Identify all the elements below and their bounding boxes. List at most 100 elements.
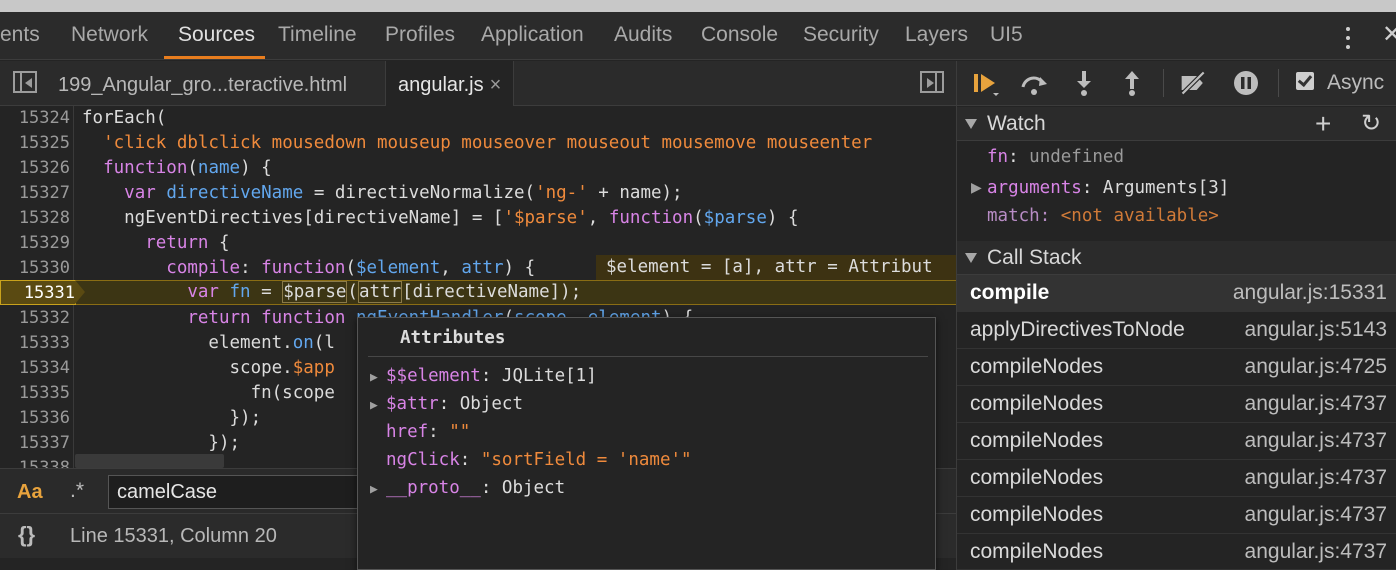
call-frame[interactable]: compileNodes angular.js:4737 xyxy=(957,460,1396,497)
call-frame[interactable]: compileNodes angular.js:4725 xyxy=(957,349,1396,386)
async-label: Async xyxy=(1327,71,1385,94)
cursor-position: Line 15331, Column 20 xyxy=(70,525,277,547)
debugger-toolbar: Async xyxy=(957,61,1396,106)
frame-function: compileNodes xyxy=(970,392,1104,415)
step-out-icon[interactable] xyxy=(1117,69,1147,97)
frame-location[interactable]: angular.js:4737 xyxy=(1245,497,1387,533)
property-value: Object xyxy=(459,394,523,414)
watch-expression[interactable]: match: <not available> xyxy=(987,202,1219,230)
property-key: ngClick xyxy=(386,450,460,470)
watch-value: undefined xyxy=(1029,147,1124,167)
frame-location[interactable]: angular.js:4737 xyxy=(1245,386,1387,422)
debugger-toggle-icon[interactable] xyxy=(920,71,944,93)
tab-layers[interactable]: Layers xyxy=(905,12,968,60)
line-number[interactable]: 15335 xyxy=(0,381,70,406)
call-frame[interactable]: compileNodes angular.js:4737 xyxy=(957,534,1396,570)
close-file-icon[interactable]: × xyxy=(490,74,502,96)
watch-section-header[interactable]: Watch + ↻ xyxy=(957,107,1396,141)
line-gutter: 15324 15325 15326 15327 15328 15329 1533… xyxy=(0,106,85,468)
line-number[interactable]: 15329 xyxy=(0,231,70,256)
call-stack-title: Call Stack xyxy=(987,246,1082,269)
search-input[interactable]: camelCase xyxy=(108,475,368,509)
more-icon[interactable] xyxy=(1338,24,1358,52)
line-number[interactable]: 15333 xyxy=(0,331,70,356)
debugger-sidebar: Async Watch + ↻ fn: undefined ▶ argument… xyxy=(956,61,1396,570)
line-number[interactable]: 15336 xyxy=(0,406,70,431)
property-row[interactable]: href: "" xyxy=(370,418,470,446)
collapse-arrow-icon xyxy=(965,253,977,263)
file-tab-html[interactable]: 199_Angular_gro...teractive.html xyxy=(58,61,347,106)
step-into-icon[interactable] xyxy=(1069,69,1099,97)
line-number[interactable]: 15327 xyxy=(0,181,70,206)
frame-location[interactable]: angular.js:4737 xyxy=(1245,534,1387,569)
property-value: JQLite[1] xyxy=(501,366,597,386)
tab-console[interactable]: Console xyxy=(701,12,778,60)
match-case-toggle[interactable]: Aa xyxy=(17,481,43,504)
panel-toggle-icon[interactable] xyxy=(13,71,37,93)
pause-on-exceptions-icon[interactable] xyxy=(1231,69,1261,97)
line-number[interactable]: 15324 xyxy=(0,106,70,131)
watch-expression[interactable]: fn: undefined xyxy=(987,143,1124,171)
frame-location[interactable]: angular.js:4725 xyxy=(1245,349,1387,385)
step-over-icon[interactable] xyxy=(1019,69,1049,97)
tab-ui5[interactable]: UI5 xyxy=(990,12,1023,60)
frame-location[interactable]: angular.js:5143 xyxy=(1245,312,1387,348)
expand-arrow-icon[interactable]: ▶ xyxy=(370,476,386,504)
frame-location[interactable]: angular.js:4737 xyxy=(1245,460,1387,496)
expand-arrow-icon[interactable]: ▶ xyxy=(971,179,982,196)
call-frame[interactable]: compileNodes angular.js:4737 xyxy=(957,386,1396,423)
property-row[interactable]: ▶ $attr: Object xyxy=(370,390,523,418)
tab-timeline[interactable]: Timeline xyxy=(278,12,357,60)
property-key: href xyxy=(386,422,429,442)
line-number[interactable]: 15330 xyxy=(0,256,70,281)
deactivate-breakpoints-icon[interactable] xyxy=(1179,69,1209,97)
tab-elements[interactable]: ents xyxy=(0,12,40,60)
object-popover: Attributes ▶ $$element: JQLite[1] ▶ $attr:… xyxy=(357,317,936,570)
expand-arrow-icon[interactable]: ▶ xyxy=(370,392,386,420)
tab-security[interactable]: Security xyxy=(803,12,879,60)
refresh-icon[interactable]: ↻ xyxy=(1361,109,1381,138)
property-row[interactable]: ▶ $$element: JQLite[1] xyxy=(370,362,597,390)
property-row[interactable]: ngClick: "sortField = 'name'" xyxy=(370,446,692,474)
frame-location[interactable]: angular.js:15331 xyxy=(1233,275,1387,311)
file-tab-angular[interactable]: angular.js × xyxy=(385,61,515,106)
frame-location[interactable]: angular.js:4737 xyxy=(1245,423,1387,459)
frame-function: compileNodes xyxy=(970,466,1104,489)
watch-key: fn xyxy=(987,147,1009,167)
code-line: scope.$app xyxy=(82,358,335,378)
call-frame[interactable]: compile angular.js:15331 xyxy=(957,275,1396,312)
line-number[interactable]: 15338 xyxy=(0,456,70,468)
async-checkbox[interactable] xyxy=(1296,72,1314,90)
popover-title: Attributes xyxy=(400,328,506,348)
line-number[interactable]: 15337 xyxy=(0,431,70,456)
add-icon[interactable]: + xyxy=(1315,108,1331,140)
frame-function: compileNodes xyxy=(970,503,1104,526)
file-tab-label: angular.js xyxy=(398,74,484,96)
call-frame[interactable]: compileNodes angular.js:4737 xyxy=(957,423,1396,460)
code-line: fn(scope xyxy=(82,383,335,403)
tab-application[interactable]: Application xyxy=(481,12,584,60)
call-stack-section-header[interactable]: Call Stack xyxy=(957,241,1396,275)
call-frame[interactable]: compileNodes angular.js:4737 xyxy=(957,497,1396,534)
horizontal-scrollbar[interactable] xyxy=(75,454,224,468)
tab-profiles[interactable]: Profiles xyxy=(385,12,455,60)
breakpoint-line-number[interactable]: 15331 xyxy=(0,280,85,305)
call-frame[interactable]: applyDirectivesToNode angular.js:5143 xyxy=(957,312,1396,349)
resume-icon[interactable] xyxy=(971,69,1001,97)
watch-expression[interactable]: arguments: Arguments[3] xyxy=(987,174,1229,202)
tab-sources[interactable]: Sources xyxy=(178,12,255,60)
expand-arrow-icon[interactable]: ▶ xyxy=(370,364,386,392)
property-row[interactable]: ▶ __proto__: Object xyxy=(370,474,565,502)
line-number[interactable]: 15332 xyxy=(0,306,70,331)
regex-toggle[interactable]: .* xyxy=(70,479,84,503)
close-icon[interactable]: ✕ xyxy=(1382,20,1396,49)
line-number[interactable]: 15325 xyxy=(0,131,70,156)
watch-value: <not available> xyxy=(1060,206,1219,226)
line-number[interactable]: 15328 xyxy=(0,206,70,231)
watch-title: Watch xyxy=(987,112,1046,135)
tab-audits[interactable]: Audits xyxy=(614,12,672,60)
line-number[interactable]: 15326 xyxy=(0,156,70,181)
pretty-print-icon[interactable]: {} xyxy=(18,522,35,548)
tab-network[interactable]: Network xyxy=(71,12,148,60)
line-number[interactable]: 15334 xyxy=(0,356,70,381)
